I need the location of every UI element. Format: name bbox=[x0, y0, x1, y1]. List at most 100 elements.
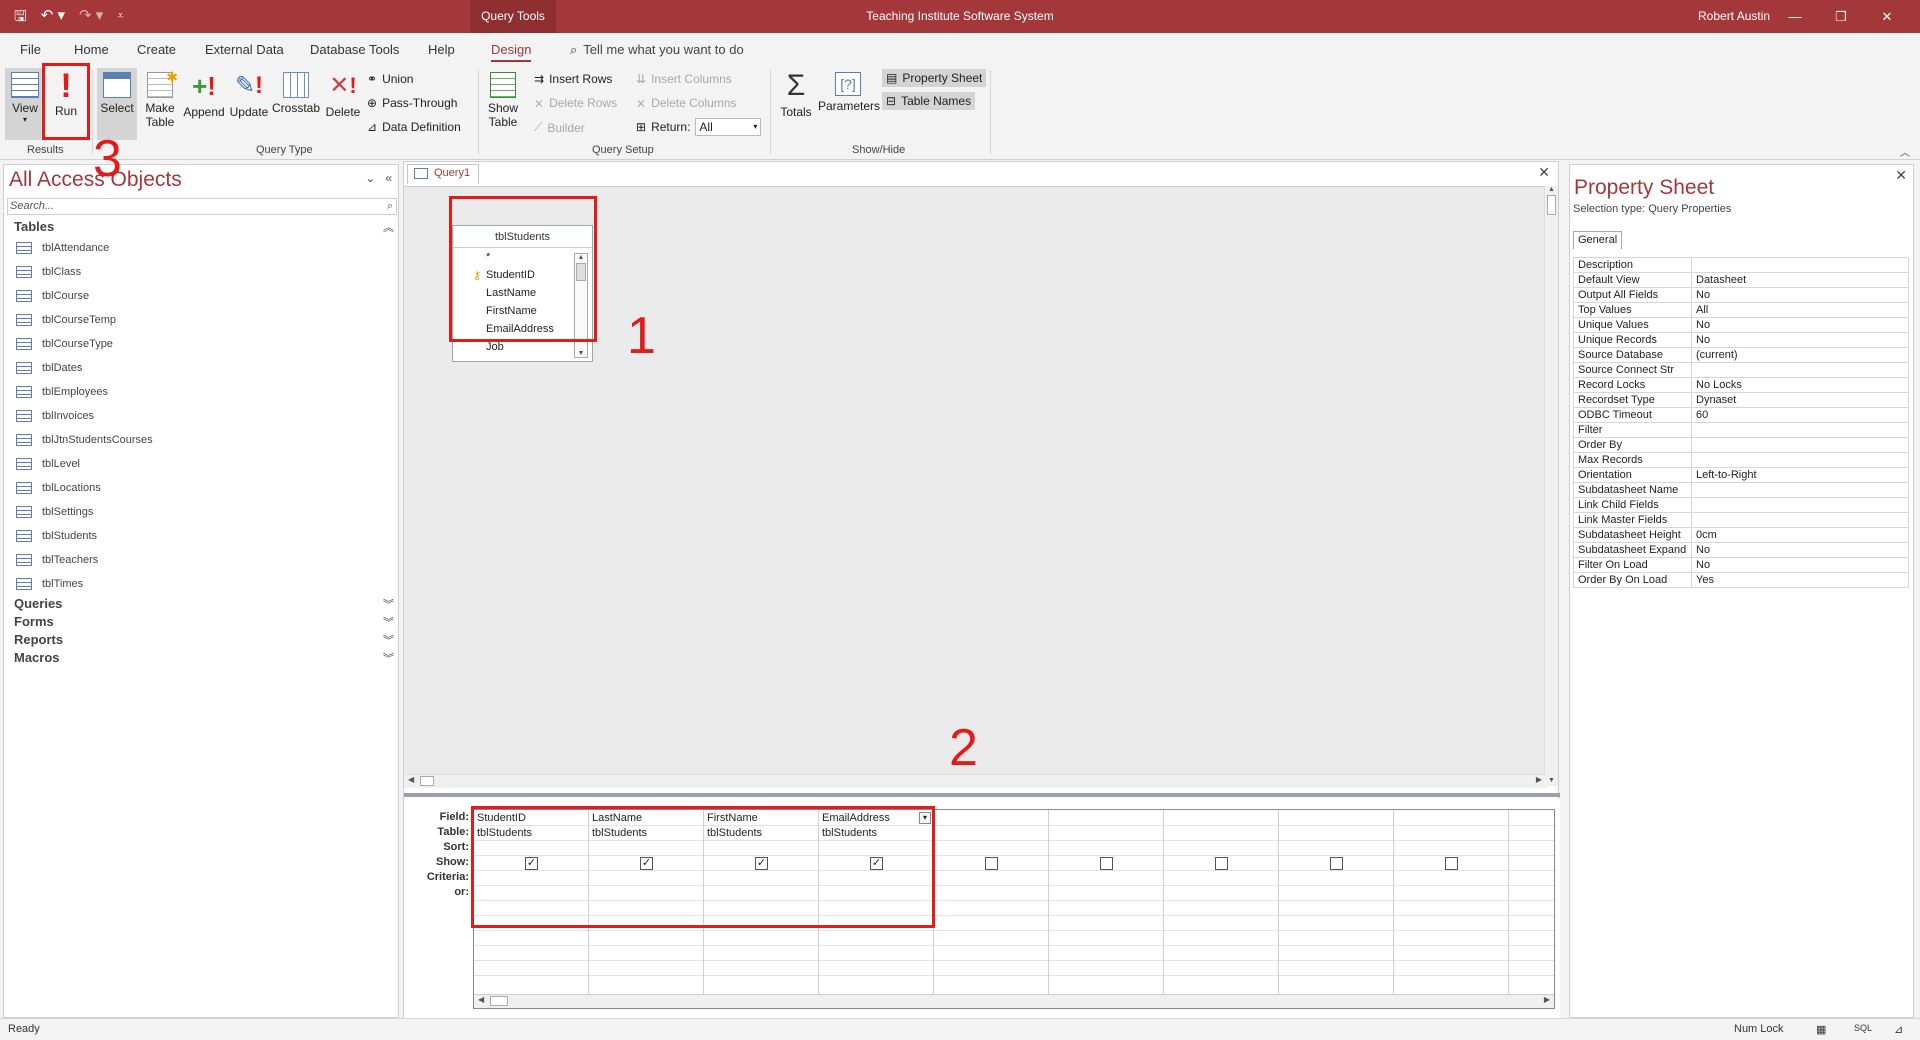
view-button[interactable]: View ▾ bbox=[5, 68, 45, 140]
property-row[interactable]: Filter bbox=[1573, 422, 1909, 438]
scroll-down-icon[interactable]: ▼ bbox=[575, 350, 587, 357]
nav-table-item[interactable]: tblEmployees bbox=[16, 386, 108, 398]
property-value[interactable]: No bbox=[1691, 317, 1909, 333]
delete-query-button[interactable]: ✕! Delete bbox=[322, 68, 364, 140]
tab-external-data[interactable]: External Data bbox=[205, 42, 284, 57]
property-row[interactable]: Top Values All bbox=[1573, 302, 1909, 318]
collapse-ribbon-icon[interactable]: ︿ bbox=[1900, 144, 1910, 159]
show-checkbox[interactable] bbox=[1215, 857, 1228, 870]
nav-section-forms[interactable]: Forms ︾ bbox=[14, 614, 394, 629]
nav-table-item[interactable]: tblInvoices bbox=[16, 410, 94, 422]
scroll-up-icon[interactable]: ▲ bbox=[1545, 186, 1558, 193]
property-row[interactable]: Filter On Load No bbox=[1573, 557, 1909, 573]
nav-search-input[interactable]: Search... ⌕ bbox=[7, 198, 397, 215]
delete-rows-button[interactable]: ⨯ Delete Rows bbox=[534, 96, 617, 110]
property-value[interactable] bbox=[1691, 482, 1909, 498]
property-row[interactable]: Unique Records No bbox=[1573, 332, 1909, 348]
restore-button[interactable]: ❐ bbox=[1818, 0, 1864, 33]
property-value[interactable] bbox=[1691, 422, 1909, 438]
show-checkbox[interactable] bbox=[1330, 857, 1343, 870]
property-value[interactable] bbox=[1691, 512, 1909, 528]
customize-qat-icon[interactable]: ⩡ bbox=[117, 6, 123, 31]
show-checkbox[interactable] bbox=[1100, 857, 1113, 870]
property-row[interactable]: Subdatasheet Height 0cm bbox=[1573, 527, 1909, 543]
tell-me-search[interactable]: ⌕ Tell me what you want to do bbox=[570, 42, 744, 58]
nav-section-reports[interactable]: Reports ︾ bbox=[14, 632, 394, 647]
tab-create[interactable]: Create bbox=[137, 42, 176, 57]
design-view-status-icon[interactable]: ⊿ bbox=[1894, 1023, 1903, 1036]
pass-through-button[interactable]: ⊕ Pass-Through bbox=[367, 96, 457, 110]
property-value[interactable]: (current) bbox=[1691, 347, 1909, 363]
property-value[interactable]: Dynaset bbox=[1691, 392, 1909, 408]
property-sheet-button[interactable]: ▤ Property Sheet bbox=[882, 69, 987, 87]
property-row[interactable]: Orientation Left-to-Right bbox=[1573, 467, 1909, 483]
grid-horizontal-scrollbar[interactable]: ◀ ▶ bbox=[474, 994, 1554, 1008]
property-row[interactable]: Unique Values No bbox=[1573, 317, 1909, 333]
nav-menu-dropdown-icon[interactable]: ⌄ bbox=[365, 171, 375, 185]
show-table-button[interactable]: Show Table bbox=[482, 68, 524, 140]
property-value[interactable]: No Locks bbox=[1691, 377, 1909, 393]
table-names-button[interactable]: ⊟ Table Names bbox=[882, 92, 976, 110]
property-value[interactable]: Datasheet bbox=[1691, 272, 1909, 288]
make-table-button[interactable]: ✱ Make Table bbox=[140, 68, 180, 140]
tab-home[interactable]: Home bbox=[74, 42, 109, 57]
sql-view-status-icon[interactable]: SQL bbox=[1854, 1023, 1872, 1033]
nav-table-item[interactable]: tblStudents bbox=[16, 530, 97, 542]
data-definition-button[interactable]: ⊿ Data Definition bbox=[367, 120, 461, 134]
document-tab-query1[interactable]: Query1 bbox=[407, 164, 480, 184]
nav-table-item[interactable]: tblTeachers bbox=[16, 554, 98, 566]
property-value[interactable]: Left-to-Right bbox=[1691, 467, 1909, 483]
show-checkbox[interactable] bbox=[985, 857, 998, 870]
property-row[interactable]: Order By On Load Yes bbox=[1573, 572, 1909, 588]
scroll-right-icon[interactable]: ▶ bbox=[1544, 995, 1550, 1004]
property-value[interactable]: 0cm bbox=[1691, 527, 1909, 543]
property-row[interactable]: ODBC Timeout 60 bbox=[1573, 407, 1909, 423]
save-icon[interactable]: 🖫 bbox=[14, 6, 27, 31]
show-checkbox[interactable] bbox=[1445, 857, 1458, 870]
update-query-button[interactable]: ✎! Update bbox=[227, 68, 271, 140]
nav-section-queries[interactable]: Queries ︾ bbox=[14, 596, 394, 611]
insert-columns-button[interactable]: ⇊ Insert Columns bbox=[636, 72, 732, 86]
scroll-left-icon[interactable]: ◀ bbox=[478, 995, 484, 1004]
parameters-button[interactable]: [?] Parameters bbox=[818, 68, 880, 140]
nav-table-item[interactable]: tblLevel bbox=[16, 458, 80, 470]
property-row[interactable]: Subdatasheet Name bbox=[1573, 482, 1909, 498]
property-row[interactable]: Max Records bbox=[1573, 452, 1909, 468]
nav-table-item[interactable]: tblAttendance bbox=[16, 242, 109, 254]
nav-table-item[interactable]: tblCourseType bbox=[16, 338, 113, 350]
datasheet-view-status-icon[interactable]: ▦ bbox=[1816, 1023, 1826, 1036]
close-property-sheet-icon[interactable]: ✕ bbox=[1895, 167, 1907, 184]
nav-table-item[interactable]: tblJtnStudentsCourses bbox=[16, 434, 153, 446]
property-row[interactable]: Subdatasheet Expand No bbox=[1573, 542, 1909, 558]
property-row[interactable]: Link Master Fields bbox=[1573, 512, 1909, 528]
property-value[interactable] bbox=[1691, 497, 1909, 513]
property-value[interactable] bbox=[1691, 257, 1909, 273]
property-row[interactable]: Description bbox=[1573, 257, 1909, 273]
nav-section-tables[interactable]: Tables ︽ bbox=[14, 219, 394, 234]
undo-icon[interactable]: ↶ ▾ bbox=[41, 6, 65, 31]
table-pane-vertical-scrollbar[interactable]: ▲ ▼ bbox=[1544, 186, 1558, 786]
grid-column[interactable] bbox=[934, 810, 1049, 996]
scroll-down-icon[interactable]: ▼ bbox=[1545, 777, 1558, 784]
tab-design[interactable]: Design bbox=[491, 42, 532, 62]
nav-table-item[interactable]: tblDates bbox=[16, 362, 82, 374]
property-row[interactable]: Link Child Fields bbox=[1573, 497, 1909, 513]
close-document-icon[interactable]: ✕ bbox=[1538, 164, 1550, 181]
scroll-thumb[interactable] bbox=[1547, 195, 1556, 215]
property-row[interactable]: Record Locks No Locks bbox=[1573, 377, 1909, 393]
tab-database-tools[interactable]: Database Tools bbox=[310, 42, 399, 57]
nav-table-item[interactable]: tblLocations bbox=[16, 482, 101, 494]
property-row[interactable]: Source Database (current) bbox=[1573, 347, 1909, 363]
nav-table-item[interactable]: tblClass bbox=[16, 266, 81, 278]
nav-table-item[interactable]: tblTimes bbox=[16, 578, 83, 590]
tab-file[interactable]: File bbox=[20, 42, 41, 57]
property-value[interactable]: No bbox=[1691, 332, 1909, 348]
property-value[interactable]: No bbox=[1691, 542, 1909, 558]
scroll-thumb[interactable] bbox=[420, 776, 434, 786]
delete-columns-button[interactable]: ⨯ Delete Columns bbox=[636, 96, 736, 110]
grid-column[interactable] bbox=[1394, 810, 1509, 996]
insert-rows-button[interactable]: ⇉ Insert Rows bbox=[534, 72, 612, 86]
nav-section-macros[interactable]: Macros ︾ bbox=[14, 650, 394, 665]
builder-button[interactable]: ⟋ Builder bbox=[534, 120, 585, 135]
property-row[interactable]: Output All Fields No bbox=[1573, 287, 1909, 303]
